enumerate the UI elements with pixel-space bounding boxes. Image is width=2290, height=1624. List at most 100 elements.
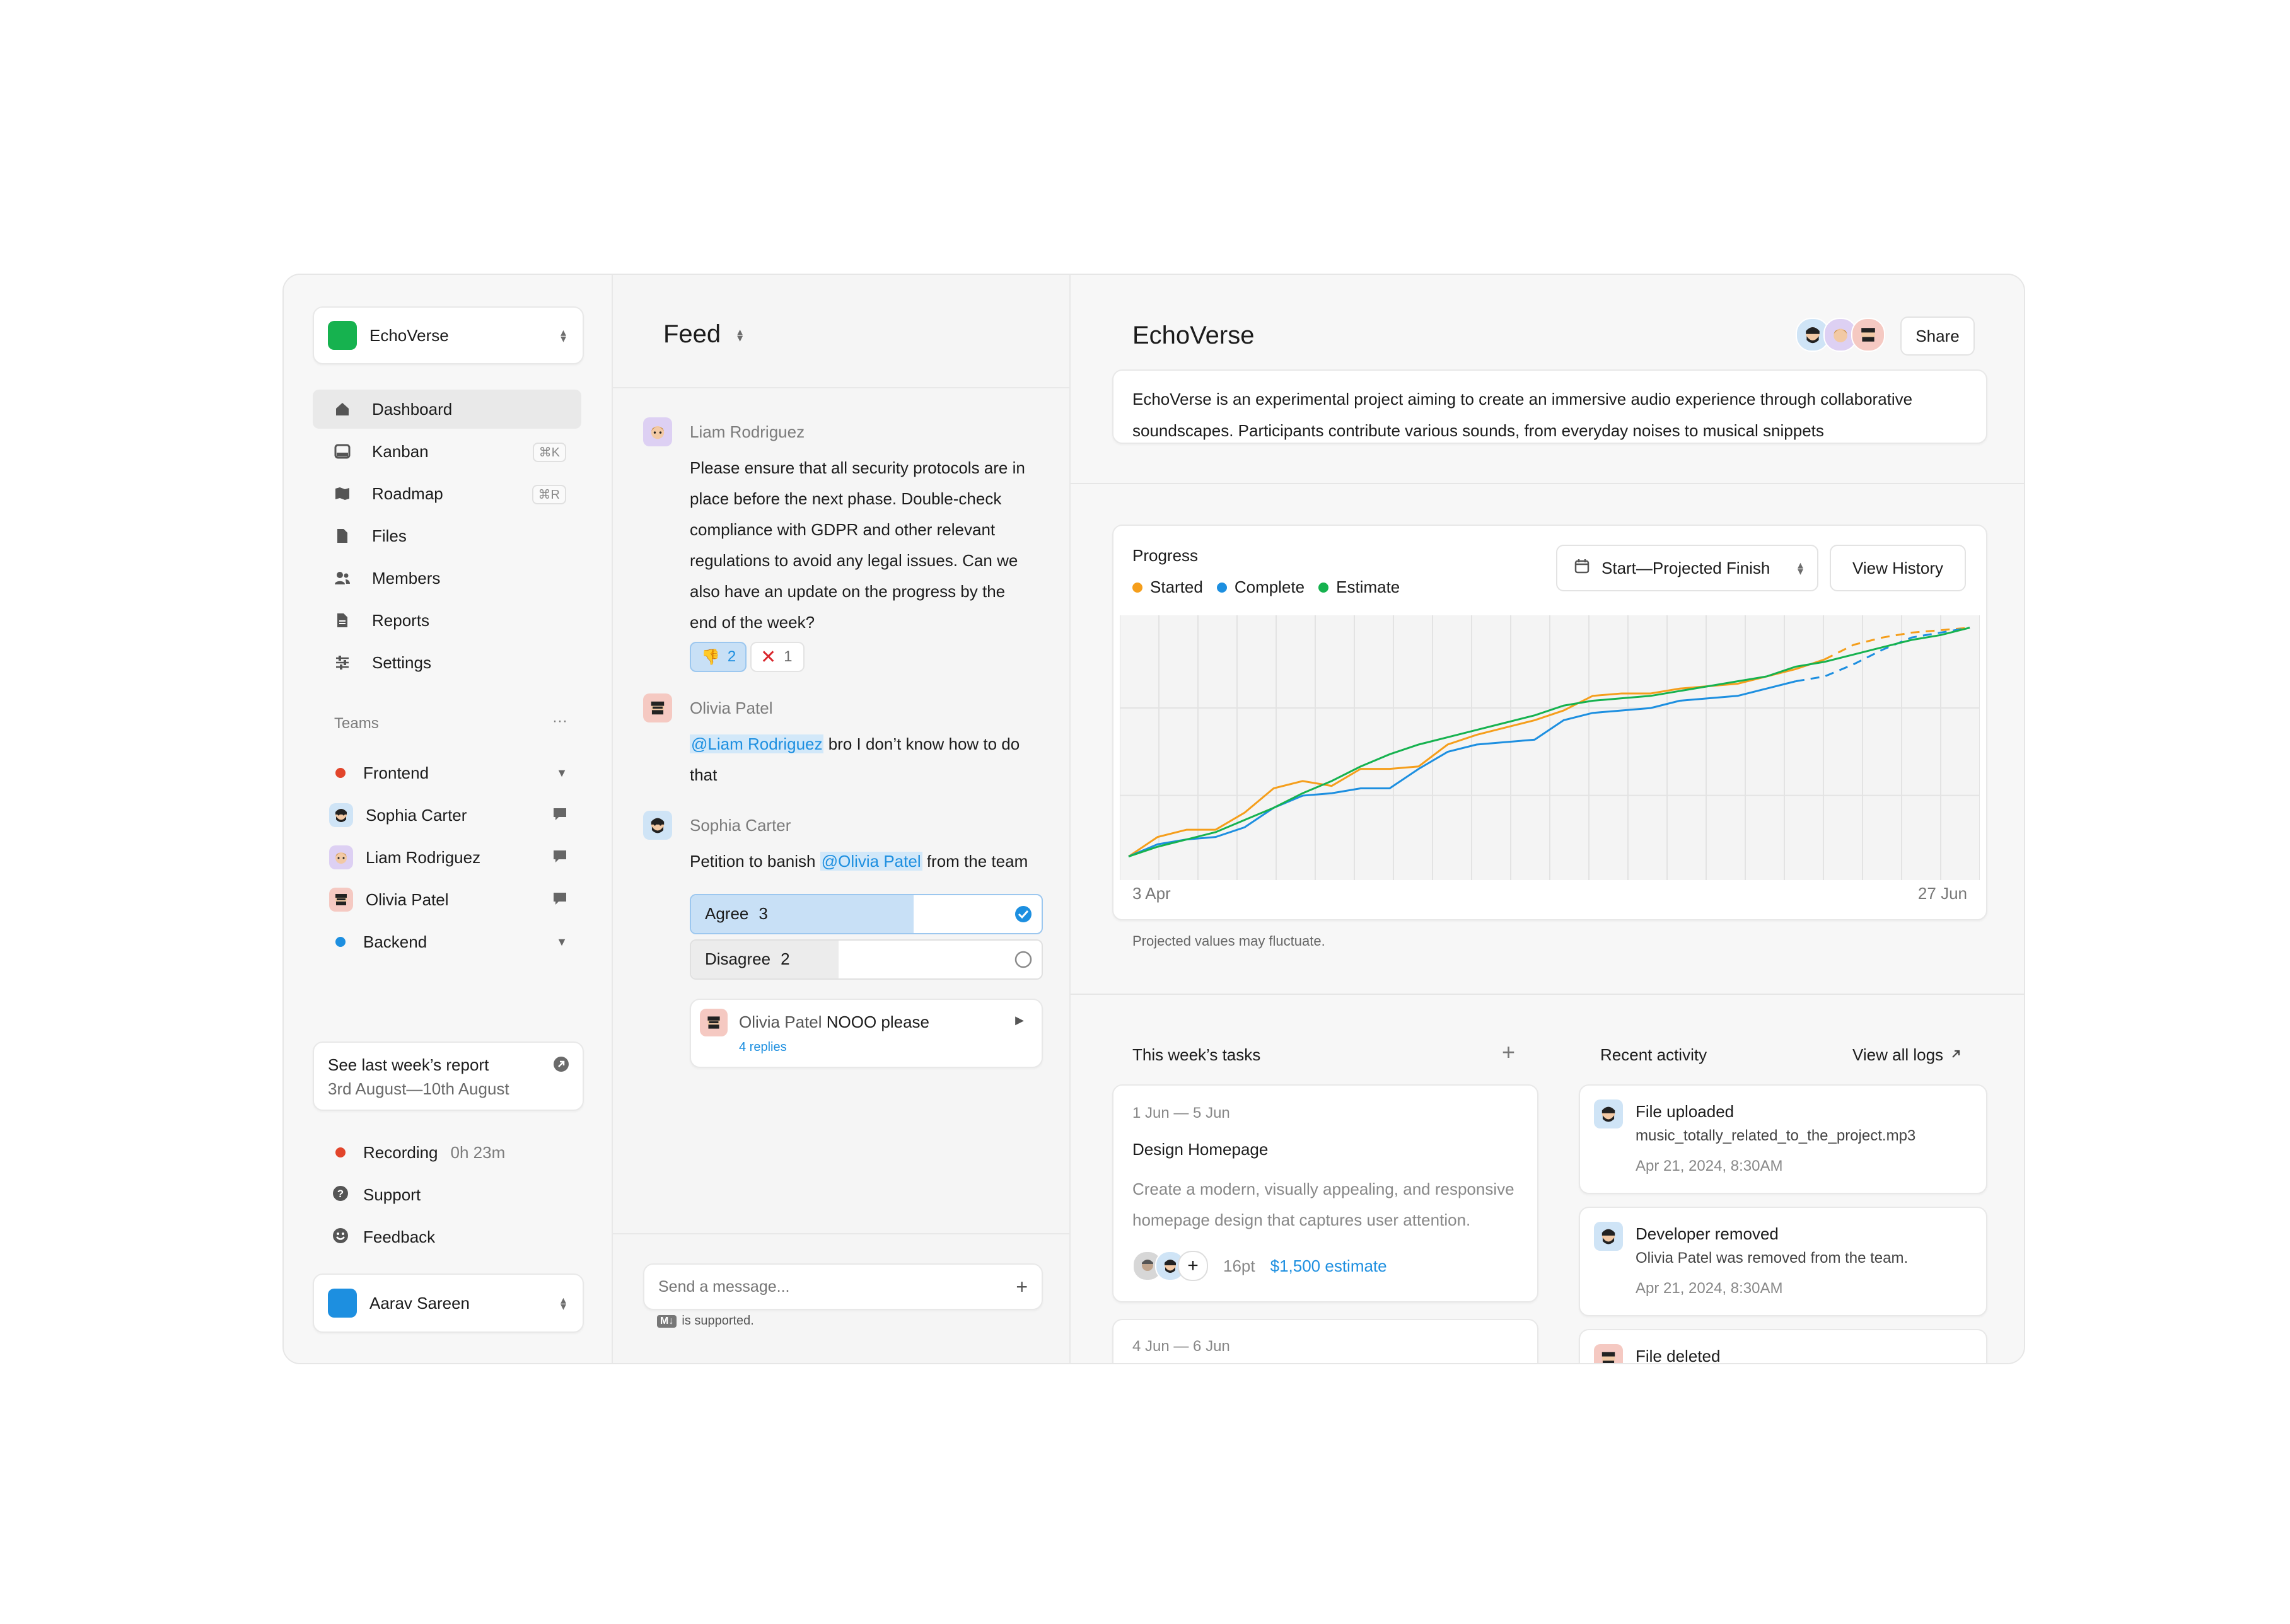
avatar	[1594, 1222, 1623, 1251]
poll-option-label: Disagree	[705, 949, 771, 968]
settings-icon	[334, 654, 351, 671]
chevron-up-down-icon: ▴ ▾	[560, 1294, 566, 1313]
user-mention[interactable]: @Olivia Patel	[820, 852, 922, 871]
activity-title: File deleted	[1636, 1347, 1721, 1364]
post-author: Liam Rodriguez	[690, 422, 805, 441]
markdown-hint: M↓ is supported.	[657, 1314, 754, 1328]
feedback-item[interactable]: Feedback	[322, 1224, 574, 1250]
divider	[1071, 994, 2024, 995]
sidebar-item-reports[interactable]: Reports	[313, 601, 581, 640]
task-estimate[interactable]: $1,500 estimate	[1270, 1256, 1387, 1276]
team-frontend[interactable]: Frontend ▼	[322, 760, 574, 786]
sidebar-item-kanban[interactable]: Kanban ⌘K	[313, 432, 581, 471]
post-text: Petition to banish	[690, 852, 820, 871]
arrow-up-right-icon	[1950, 1045, 1962, 1065]
task-card[interactable]: 4 Jun — 6 Jun	[1112, 1319, 1538, 1363]
support-item[interactable]: ? Support	[322, 1182, 574, 1207]
user-avatar	[328, 1289, 357, 1318]
sidebar-item-label: Settings	[372, 652, 431, 672]
reaction-thumbs-down[interactable]: 👎 2	[690, 642, 747, 672]
sidebar-item-members[interactable]: Members	[313, 559, 581, 598]
sidebar-item-settings[interactable]: Settings	[313, 643, 581, 682]
chevron-up-down-icon: ▴ ▾	[560, 326, 566, 345]
post-line: regulations to avoid any legal issues. C…	[690, 551, 1018, 570]
report-title: See last week’s report	[328, 1055, 489, 1074]
member-name: Sophia Carter	[366, 805, 467, 825]
poll-option-label-row: Agree 3	[705, 904, 768, 924]
activity-item[interactable]: File deleted	[1579, 1329, 1987, 1364]
shortcut-hint: ⌘R	[532, 485, 566, 504]
sidebar-item-label: Kanban	[372, 441, 429, 461]
recording-item[interactable]: Recording 0h 23m	[322, 1140, 574, 1165]
poll-option-disagree[interactable]: Disagree 2	[690, 939, 1043, 980]
message-icon[interactable]	[552, 891, 567, 909]
divider	[613, 1233, 1069, 1234]
activity-item[interactable]: File uploaded music_totally_related_to_t…	[1579, 1084, 1987, 1194]
team-member-liam[interactable]: Liam Rodriguez	[322, 845, 574, 870]
share-button[interactable]: Share	[1900, 316, 1975, 356]
sidebar-item-dashboard[interactable]: Dashboard	[313, 390, 581, 429]
progress-chart	[1120, 615, 1980, 880]
message-icon[interactable]	[552, 849, 567, 867]
team-color-dot	[335, 768, 346, 778]
home-icon	[334, 401, 351, 417]
team-member-sophia[interactable]: Sophia Carter	[322, 803, 574, 828]
avatar	[643, 811, 672, 840]
check-circle-icon	[1014, 905, 1033, 927]
message-input[interactable]	[657, 1277, 987, 1297]
members-icon	[334, 570, 351, 586]
user-switcher[interactable]: Aarav Sareen ▴ ▾	[313, 1273, 584, 1333]
tasks-heading: This week’s tasks	[1132, 1045, 1261, 1064]
post-line: that	[690, 765, 718, 784]
thread-replies-link[interactable]: 4 replies	[739, 1040, 787, 1055]
user-mention[interactable]: @Liam Rodriguez	[690, 734, 824, 753]
message-composer[interactable]: +	[643, 1263, 1043, 1310]
task-description-line: Create a modern, visually appealing, and…	[1132, 1180, 1514, 1198]
view-history-button[interactable]: View History	[1830, 545, 1966, 591]
message-icon[interactable]	[552, 806, 567, 825]
description-text: EchoVerse is an experimental project aim…	[1132, 383, 1912, 446]
add-attachment-icon[interactable]: +	[1016, 1275, 1028, 1299]
avatar	[1594, 1344, 1623, 1363]
post-line: end of the week?	[690, 613, 815, 632]
feed-header[interactable]: Feed ▴ ▾	[663, 320, 743, 349]
activity-detail: Olivia Patel was removed from the team.	[1636, 1250, 1909, 1267]
task-dates: 1 Jun — 5 Jun	[1132, 1105, 1230, 1122]
date-range-select[interactable]: Start—Projected Finish ▴ ▾	[1556, 545, 1818, 591]
last-week-report-card[interactable]: See last week’s report 3rd August—10th A…	[313, 1041, 584, 1111]
reaction-cross[interactable]: ✕ 1	[750, 642, 805, 672]
team-member-olivia[interactable]: Olivia Patel	[322, 887, 574, 912]
thread-card[interactable]: Olivia Patel NOOO please 4 replies ▶	[690, 999, 1043, 1068]
post-line: Please ensure that all security protocol…	[690, 458, 1025, 477]
task-description: Create a modern, visually appealing, and…	[1132, 1174, 1514, 1236]
chevron-right-icon: ▶	[1015, 1014, 1024, 1026]
activity-item[interactable]: Developer removed Olivia Patel was remov…	[1579, 1207, 1987, 1316]
arrow-up-right-circle-icon	[552, 1055, 570, 1076]
view-all-logs-link[interactable]: View all logs	[1852, 1045, 1962, 1065]
legend-label: Started	[1150, 577, 1203, 596]
workspace-logo	[328, 321, 357, 350]
teams-more-button[interactable]: ···	[552, 712, 567, 730]
app-window: EchoVerse ▴ ▾ Dashboard Kanban ⌘K Roadmap…	[282, 274, 2025, 1364]
poll-option-label-row: Disagree 2	[705, 949, 790, 969]
post-body: Petition to banish @Olivia Patel from th…	[690, 846, 1068, 877]
task-meta: + 16pt $1,500 estimate	[1132, 1251, 1387, 1281]
member-avatars[interactable]	[1796, 318, 1885, 352]
sidebar-item-files[interactable]: Files	[313, 516, 581, 555]
description-line: soundscapes. Participants contribute var…	[1132, 421, 1824, 440]
reaction-count: 2	[727, 648, 736, 665]
sidebar-item-roadmap[interactable]: Roadmap ⌘R	[313, 474, 581, 513]
poll-option-agree[interactable]: Agree 3	[690, 894, 1043, 934]
chevron-up-down-icon: ▴ ▾	[1797, 559, 1803, 577]
task-card[interactable]: 1 Jun — 5 Jun Design Homepage Create a m…	[1112, 1084, 1538, 1302]
add-assignee-button[interactable]: +	[1178, 1251, 1208, 1281]
avatar	[329, 888, 353, 912]
user-name: Aarav Sareen	[369, 1293, 470, 1313]
workspace-switcher[interactable]: EchoVerse ▴ ▾	[313, 306, 584, 364]
feed-panel: Feed ▴ ▾ Liam Rodriguez Please ensure tha…	[613, 275, 1071, 1363]
add-task-button[interactable]: +	[1502, 1039, 1515, 1065]
team-backend[interactable]: Backend ▼	[322, 929, 574, 954]
file-icon	[334, 528, 351, 544]
sidebar-item-label: Dashboard	[372, 399, 453, 419]
task-name: Design Homepage	[1132, 1140, 1269, 1159]
